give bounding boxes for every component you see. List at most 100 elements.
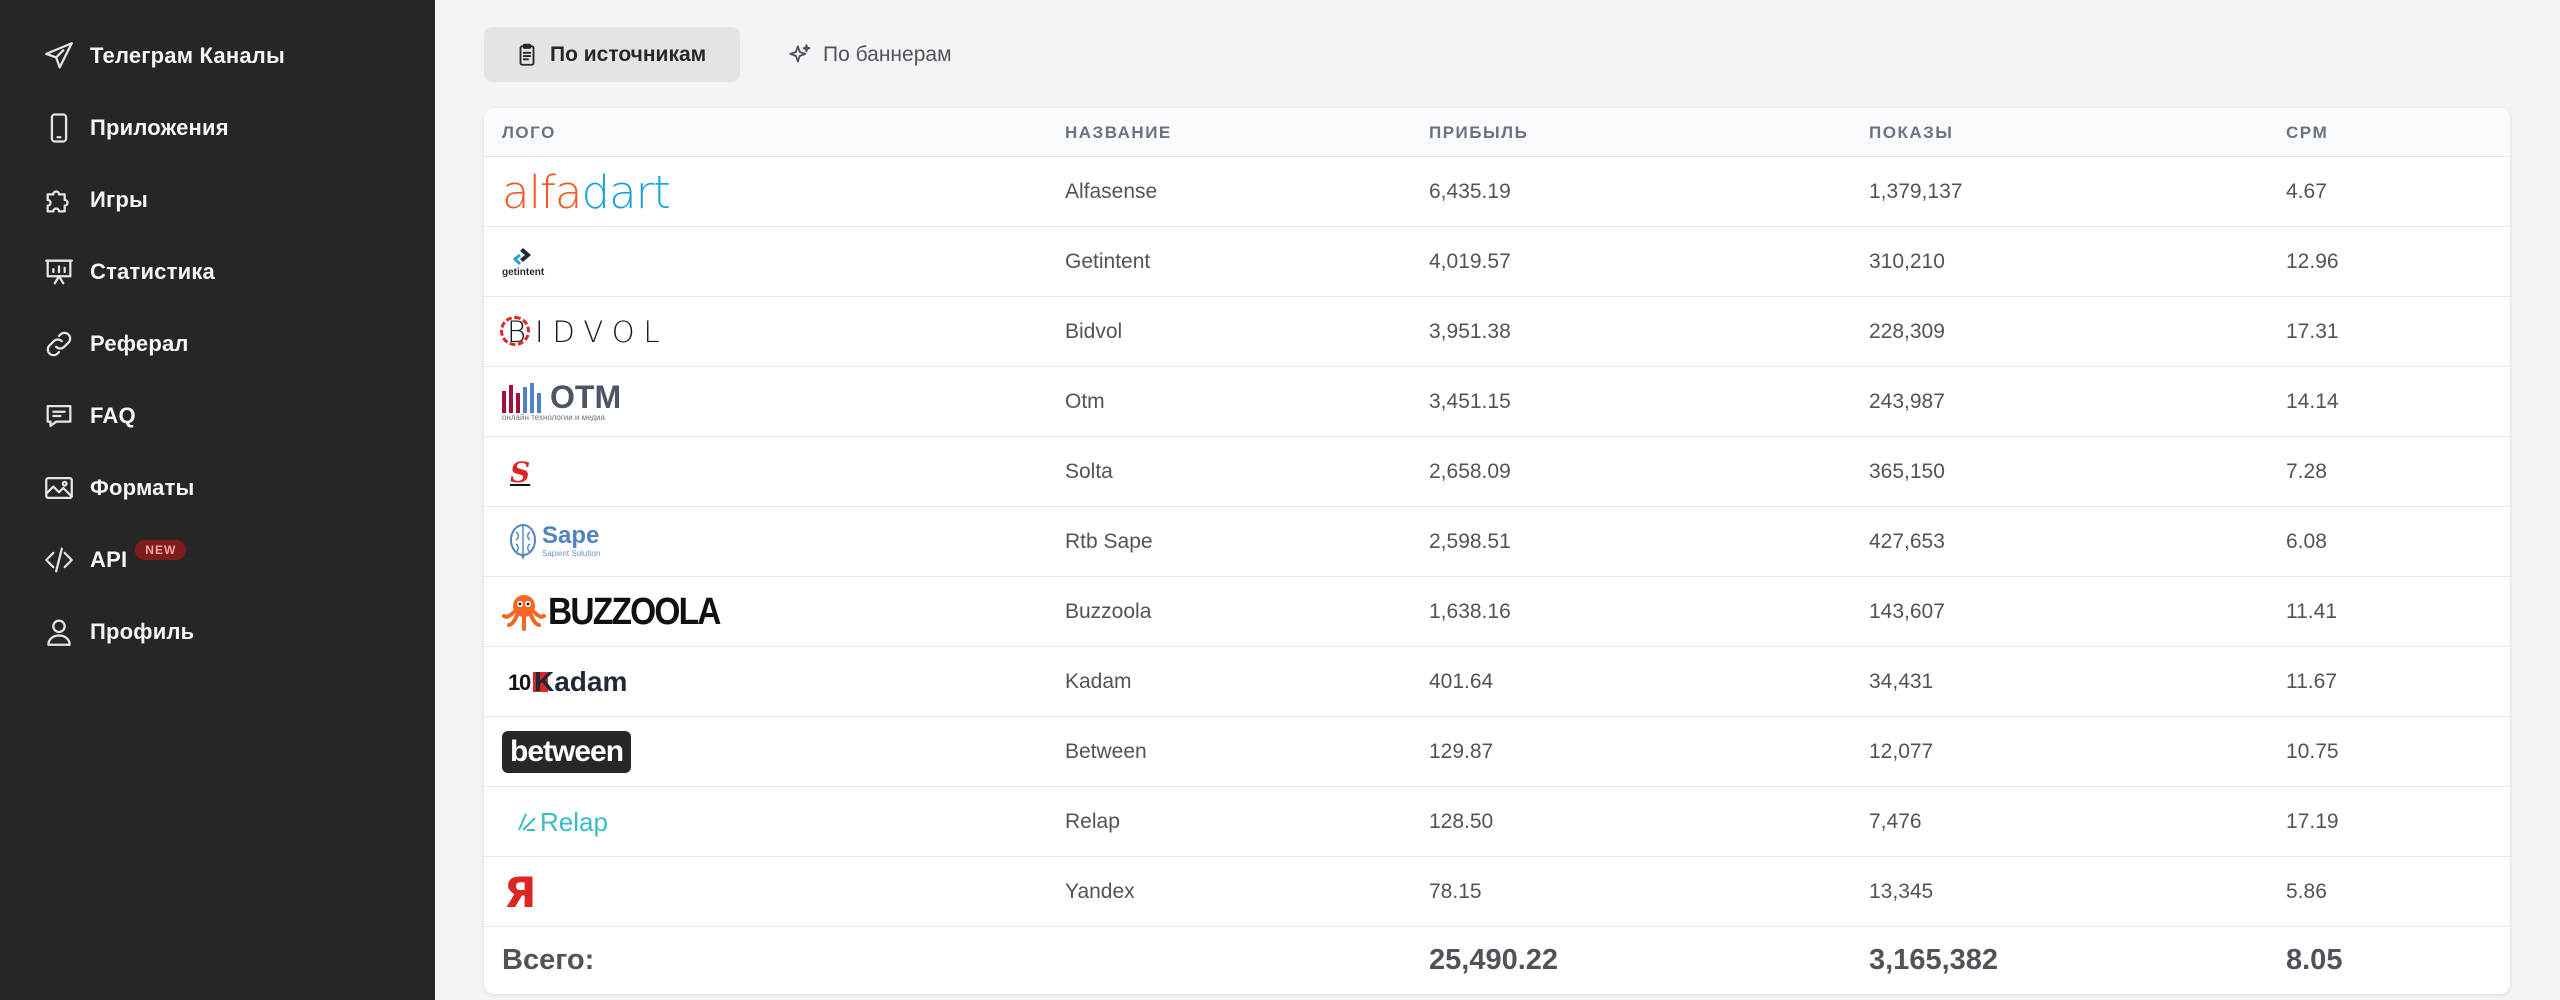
tab-by-banners[interactable]: По баннерам: [757, 27, 982, 82]
sidebar-item-apps[interactable]: Приложения: [40, 108, 229, 148]
row-name: Yandex: [1065, 880, 1135, 903]
relap-mark-icon: [518, 813, 536, 831]
sidebar-item-label: Форматы: [90, 475, 195, 500]
solta-logo: S: [510, 437, 530, 507]
row-cpm: 6.08: [2286, 530, 2327, 553]
row-impressions: 243,987: [1869, 390, 1945, 413]
sidebar-item-label: Игры: [90, 187, 149, 212]
image-icon: [40, 469, 78, 507]
row-profit: 128.50: [1429, 810, 1494, 833]
row-name: Rtb Sape: [1065, 530, 1153, 553]
row-profit: 129.87: [1429, 740, 1494, 763]
row-name: Buzzoola: [1065, 600, 1152, 623]
table-row: getintent Getintent 4,019.57 310,210 12.…: [484, 227, 2510, 297]
sidebar-item-referral[interactable]: Реферал: [40, 324, 189, 364]
row-impressions: 427,653: [1869, 530, 1945, 553]
sidebar-item-statistics[interactable]: Статистика: [40, 252, 215, 292]
buzzoola-logo: BUZZOOLA: [502, 577, 743, 647]
relap-wordmark: Relap: [540, 806, 608, 837]
row-cpm: 11.67: [2286, 670, 2337, 693]
logo-part-orange: alfa: [502, 165, 582, 219]
table-row: BIDVOL Bidvol 3,951.38 228,309 17.31: [484, 297, 2510, 367]
relap-logo: Relap: [516, 787, 608, 857]
row-profit: 1,638.16: [1429, 600, 1511, 623]
row-name: Kadam: [1065, 670, 1132, 693]
octopus-icon: [502, 595, 546, 631]
row-impressions: 143,607: [1869, 600, 1945, 623]
row-cpm: 4.67: [2286, 180, 2327, 203]
row-name: Solta: [1065, 460, 1113, 483]
table-row: S Solta 2,658.09 365,150 7.28: [484, 437, 2510, 507]
chat-bubble-icon: [40, 397, 78, 435]
new-badge: NEW: [135, 540, 187, 560]
total-impressions: 3,165,382: [1869, 944, 1999, 976]
tab-label: По источникам: [550, 42, 707, 66]
row-profit: 78.15: [1429, 880, 1482, 903]
between-wordmark: between: [502, 731, 632, 773]
clipboard-icon: [519, 43, 535, 66]
row-cpm: 17.31: [2286, 320, 2339, 343]
table-row: OTM онлайн технологии и медиа Otm 3,451.…: [484, 367, 2510, 437]
table-row: BUZZOOLA Buzzoola 1,638.16 143,607 11.41: [484, 577, 2510, 647]
tab-by-sources[interactable]: По источникам: [484, 27, 740, 82]
sidebar-item-profile[interactable]: Профиль: [40, 612, 194, 652]
row-profit: 3,951.38: [1429, 320, 1511, 343]
row-cpm: 7.28: [2286, 460, 2327, 483]
kadam-logo: 10 Kadam: [508, 647, 627, 717]
row-profit: 2,658.09: [1429, 460, 1511, 483]
sidebar-item-faq[interactable]: FAQ: [40, 396, 136, 436]
code-icon: [40, 541, 78, 579]
row-impressions: 7,476: [1869, 810, 1922, 833]
total-label: Всего:: [502, 944, 595, 976]
table-row: Я Yandex 78.15 13,345 5.86: [484, 857, 2510, 927]
header-name: НАЗВАНИЕ: [1065, 123, 1172, 142]
row-name: Relap: [1065, 810, 1120, 833]
otm-bars-icon: [502, 382, 541, 413]
yandex-mark: Я: [504, 867, 537, 917]
sape-logo: Sape Sapient Solution: [508, 507, 600, 577]
buzzoola-wordmark: BUZZOOLA: [548, 590, 721, 633]
sources-table: ЛОГО НАЗВАНИЕ ПРИБЫЛЬ ПОКАЗЫ CPM alfadar…: [484, 108, 2510, 994]
row-cpm: 17.19: [2286, 810, 2339, 833]
table-row: Sape Sapient Solution Rtb Sape 2,598.51 …: [484, 507, 2510, 577]
alfadart-logo: alfadart: [502, 157, 671, 227]
table-total-row: Всего: 25,490.22 3,165,382 8.05: [484, 927, 2510, 994]
solta-mark: S: [510, 455, 531, 489]
row-cpm: 11.41: [2286, 600, 2337, 623]
table-row: alfadart Alfasense 6,435.19 1,379,137 4.…: [484, 157, 2510, 227]
sape-brain-icon: [510, 524, 536, 560]
sidebar-item-api[interactable]: API NEW: [40, 540, 187, 580]
presentation-chart-icon: [40, 253, 78, 291]
row-impressions: 13,345: [1869, 880, 1934, 903]
bidvol-wordmark: BIDVOL: [507, 315, 669, 349]
tab-label: По баннерам: [823, 42, 952, 66]
kadam-wordmark: Kadam: [534, 666, 628, 697]
header-logo: ЛОГО: [502, 123, 556, 142]
row-profit: 2,598.51: [1429, 530, 1511, 553]
header-impressions: ПОКАЗЫ: [1869, 123, 1954, 142]
header-cpm: CPM: [2286, 123, 2329, 142]
row-impressions: 228,309: [1869, 320, 1945, 343]
header-profit: ПРИБЫЛЬ: [1429, 123, 1529, 142]
row-impressions: 12,077: [1869, 740, 1934, 763]
bidvol-logo: BIDVOL: [500, 297, 669, 367]
link-icon: [40, 325, 78, 363]
logo-part-blue: dart: [581, 165, 671, 219]
sidebar-item-telegram[interactable]: Телеграм Каналы: [40, 36, 285, 76]
sidebar-item-label: Профиль: [90, 619, 195, 644]
table-row: Relap Relap 128.50 7,476 17.19: [484, 787, 2510, 857]
sape-wordmark: Sape: [542, 522, 600, 550]
getintent-mark-icon: [512, 248, 532, 266]
row-profit: 6,435.19: [1429, 180, 1511, 203]
row-impressions: 1,379,137: [1869, 180, 1963, 203]
row-name: Getintent: [1065, 250, 1151, 273]
sidebar-item-games[interactable]: Игры: [40, 180, 148, 220]
getintent-wordmark: getintent: [502, 267, 545, 278]
getintent-logo: getintent: [502, 227, 544, 297]
row-name: Between: [1065, 740, 1147, 763]
sidebar-item-label: Приложения: [90, 115, 229, 140]
sidebar-item-label: API: [90, 547, 128, 572]
row-cpm: 5.86: [2286, 880, 2327, 903]
puzzle-icon: [40, 181, 78, 219]
sidebar-item-formats[interactable]: Форматы: [40, 468, 195, 508]
